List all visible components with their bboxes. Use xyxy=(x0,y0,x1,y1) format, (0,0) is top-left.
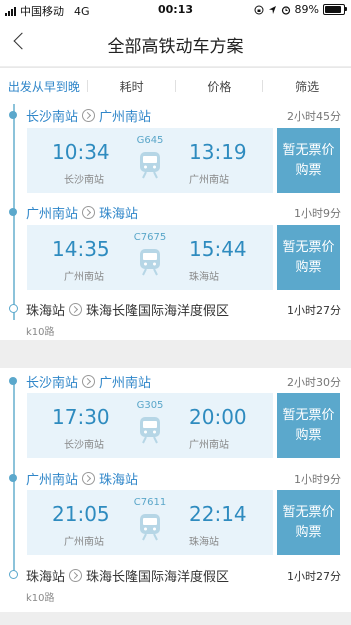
train-icon xyxy=(140,249,160,276)
train-icon xyxy=(140,417,160,444)
location-icon xyxy=(268,5,276,14)
from-station: 长沙南站 xyxy=(26,110,79,125)
departure-time: 21:05 xyxy=(52,502,110,526)
train-info[interactable]: C7675 14:35 广州南站 15:44 珠海站 xyxy=(27,225,273,290)
buy-ticket-button[interactable]: 暂无票价 购票 xyxy=(277,128,340,193)
leg-stations: 广州南站 珠海站 xyxy=(26,203,138,222)
train-info[interactable]: G305 17:30 长沙南站 20:00 广州南站 xyxy=(27,393,273,458)
plan-card[interactable]: 长沙南站 广州南站 2小时30分 G305 17:30 长沙南站 20:00 广… xyxy=(0,368,351,612)
plan-card[interactable]: 长沙南站 广州南站 2小时45分 G645 10:34 长沙南站 13:19 广… xyxy=(0,104,351,340)
transfer-duration: 1小时27分 xyxy=(287,570,341,583)
buy-label: 购票 xyxy=(295,162,322,178)
destination-dot xyxy=(8,304,18,313)
buy-price-label: 暂无票价 xyxy=(282,239,335,255)
train-info[interactable]: G645 10:34 长沙南站 13:19 广州南站 xyxy=(27,128,273,193)
buy-price-label: 暂无票价 xyxy=(282,407,335,423)
to-station: 珠海站 xyxy=(99,207,139,222)
leg-duration: 1小时9分 xyxy=(294,473,341,486)
buy-price-label: 暂无票价 xyxy=(282,504,335,520)
buy-ticket-button[interactable]: 暂无票价 购票 xyxy=(277,225,340,290)
to-station: 珠海站 xyxy=(99,473,139,488)
buy-label: 购票 xyxy=(295,259,322,275)
arrival-time: 15:44 xyxy=(189,237,247,261)
leg-duration: 2小时45分 xyxy=(287,110,341,123)
departure-time: 10:34 xyxy=(52,140,110,164)
train-icon xyxy=(140,152,160,179)
nav-bar: 全部高铁动车方案 xyxy=(0,20,351,66)
arrival-station: 广州南站 xyxy=(189,175,229,186)
sort-tabs: 出发从早到晚 耗时 价格 筛选 xyxy=(0,67,351,105)
page-title: 全部高铁动车方案 xyxy=(107,37,244,57)
transfer-from: 珠海站 xyxy=(26,304,66,319)
bus-route: k10路 xyxy=(26,593,55,604)
buy-price-label: 暂无票价 xyxy=(282,142,335,158)
leg-duration: 1小时9分 xyxy=(294,207,341,220)
alarm-icon xyxy=(281,5,290,15)
arrow-right-icon xyxy=(69,569,83,582)
destination-dot xyxy=(8,570,18,579)
tab-duration[interactable]: 耗时 xyxy=(88,78,176,95)
to-station: 广州南站 xyxy=(99,110,152,125)
departure-station: 长沙南站 xyxy=(64,440,104,451)
leg-stations: 长沙南站 广州南站 xyxy=(26,106,151,125)
departure-station: 长沙南站 xyxy=(64,175,104,186)
leg-duration: 2小时30分 xyxy=(287,376,341,389)
tab-filter[interactable]: 筛选 xyxy=(263,78,351,95)
buy-ticket-button[interactable]: 暂无票价 购票 xyxy=(277,490,340,555)
departure-station: 广州南站 xyxy=(64,537,104,548)
departure-station: 广州南站 xyxy=(64,272,104,283)
train-info[interactable]: C7611 21:05 广州南站 22:14 珠海站 xyxy=(27,490,273,555)
arrival-station: 珠海站 xyxy=(189,272,219,283)
bus-route: k10路 xyxy=(26,327,55,338)
buy-ticket-button[interactable]: 暂无票价 购票 xyxy=(277,393,340,458)
arrow-right-icon xyxy=(82,109,96,122)
tab-departure-time[interactable]: 出发从早到晚 xyxy=(0,78,88,95)
transfer-duration: 1小时27分 xyxy=(287,304,341,317)
from-station: 广州南站 xyxy=(26,207,79,222)
arrow-right-icon xyxy=(82,206,96,219)
station-dot xyxy=(9,474,17,482)
transfer-to: 珠海长隆国际海洋度假区 xyxy=(86,304,230,319)
arrow-right-icon xyxy=(82,375,96,388)
station-dot xyxy=(9,208,17,216)
arrival-station: 广州南站 xyxy=(189,440,229,451)
buy-label: 购票 xyxy=(295,524,322,540)
arrival-time: 13:19 xyxy=(189,140,247,164)
arrow-right-icon xyxy=(69,303,83,316)
buy-label: 购票 xyxy=(295,427,322,443)
transfer-route: 珠海站 珠海长隆国际海洋度假区 xyxy=(26,566,229,585)
from-station: 长沙南站 xyxy=(26,376,79,391)
arrival-time: 20:00 xyxy=(189,405,247,429)
departure-time: 14:35 xyxy=(52,237,110,261)
status-bar: 中国移动 4G 00:13 89% xyxy=(0,0,351,20)
station-dot xyxy=(9,377,17,385)
arrival-station: 珠海站 xyxy=(189,537,219,548)
station-dot xyxy=(9,111,17,119)
transfer-to: 珠海长隆国际海洋度假区 xyxy=(86,570,230,585)
transfer-route: 珠海站 珠海长隆国际海洋度假区 xyxy=(26,300,229,319)
train-icon xyxy=(140,514,160,541)
from-station: 广州南站 xyxy=(26,473,79,488)
leg-stations: 长沙南站 广州南站 xyxy=(26,372,151,391)
status-right: 89% xyxy=(254,3,347,16)
lock-rotation-icon xyxy=(254,5,264,14)
arrival-time: 22:14 xyxy=(189,502,247,526)
battery-icon xyxy=(323,4,347,15)
departure-time: 17:30 xyxy=(52,405,110,429)
to-station: 广州南站 xyxy=(99,376,152,391)
battery-percent: 89% xyxy=(294,3,319,16)
transfer-from: 珠海站 xyxy=(26,570,66,585)
arrow-right-icon xyxy=(82,472,96,485)
tab-price[interactable]: 价格 xyxy=(176,78,264,95)
leg-stations: 广州南站 珠海站 xyxy=(26,469,138,488)
